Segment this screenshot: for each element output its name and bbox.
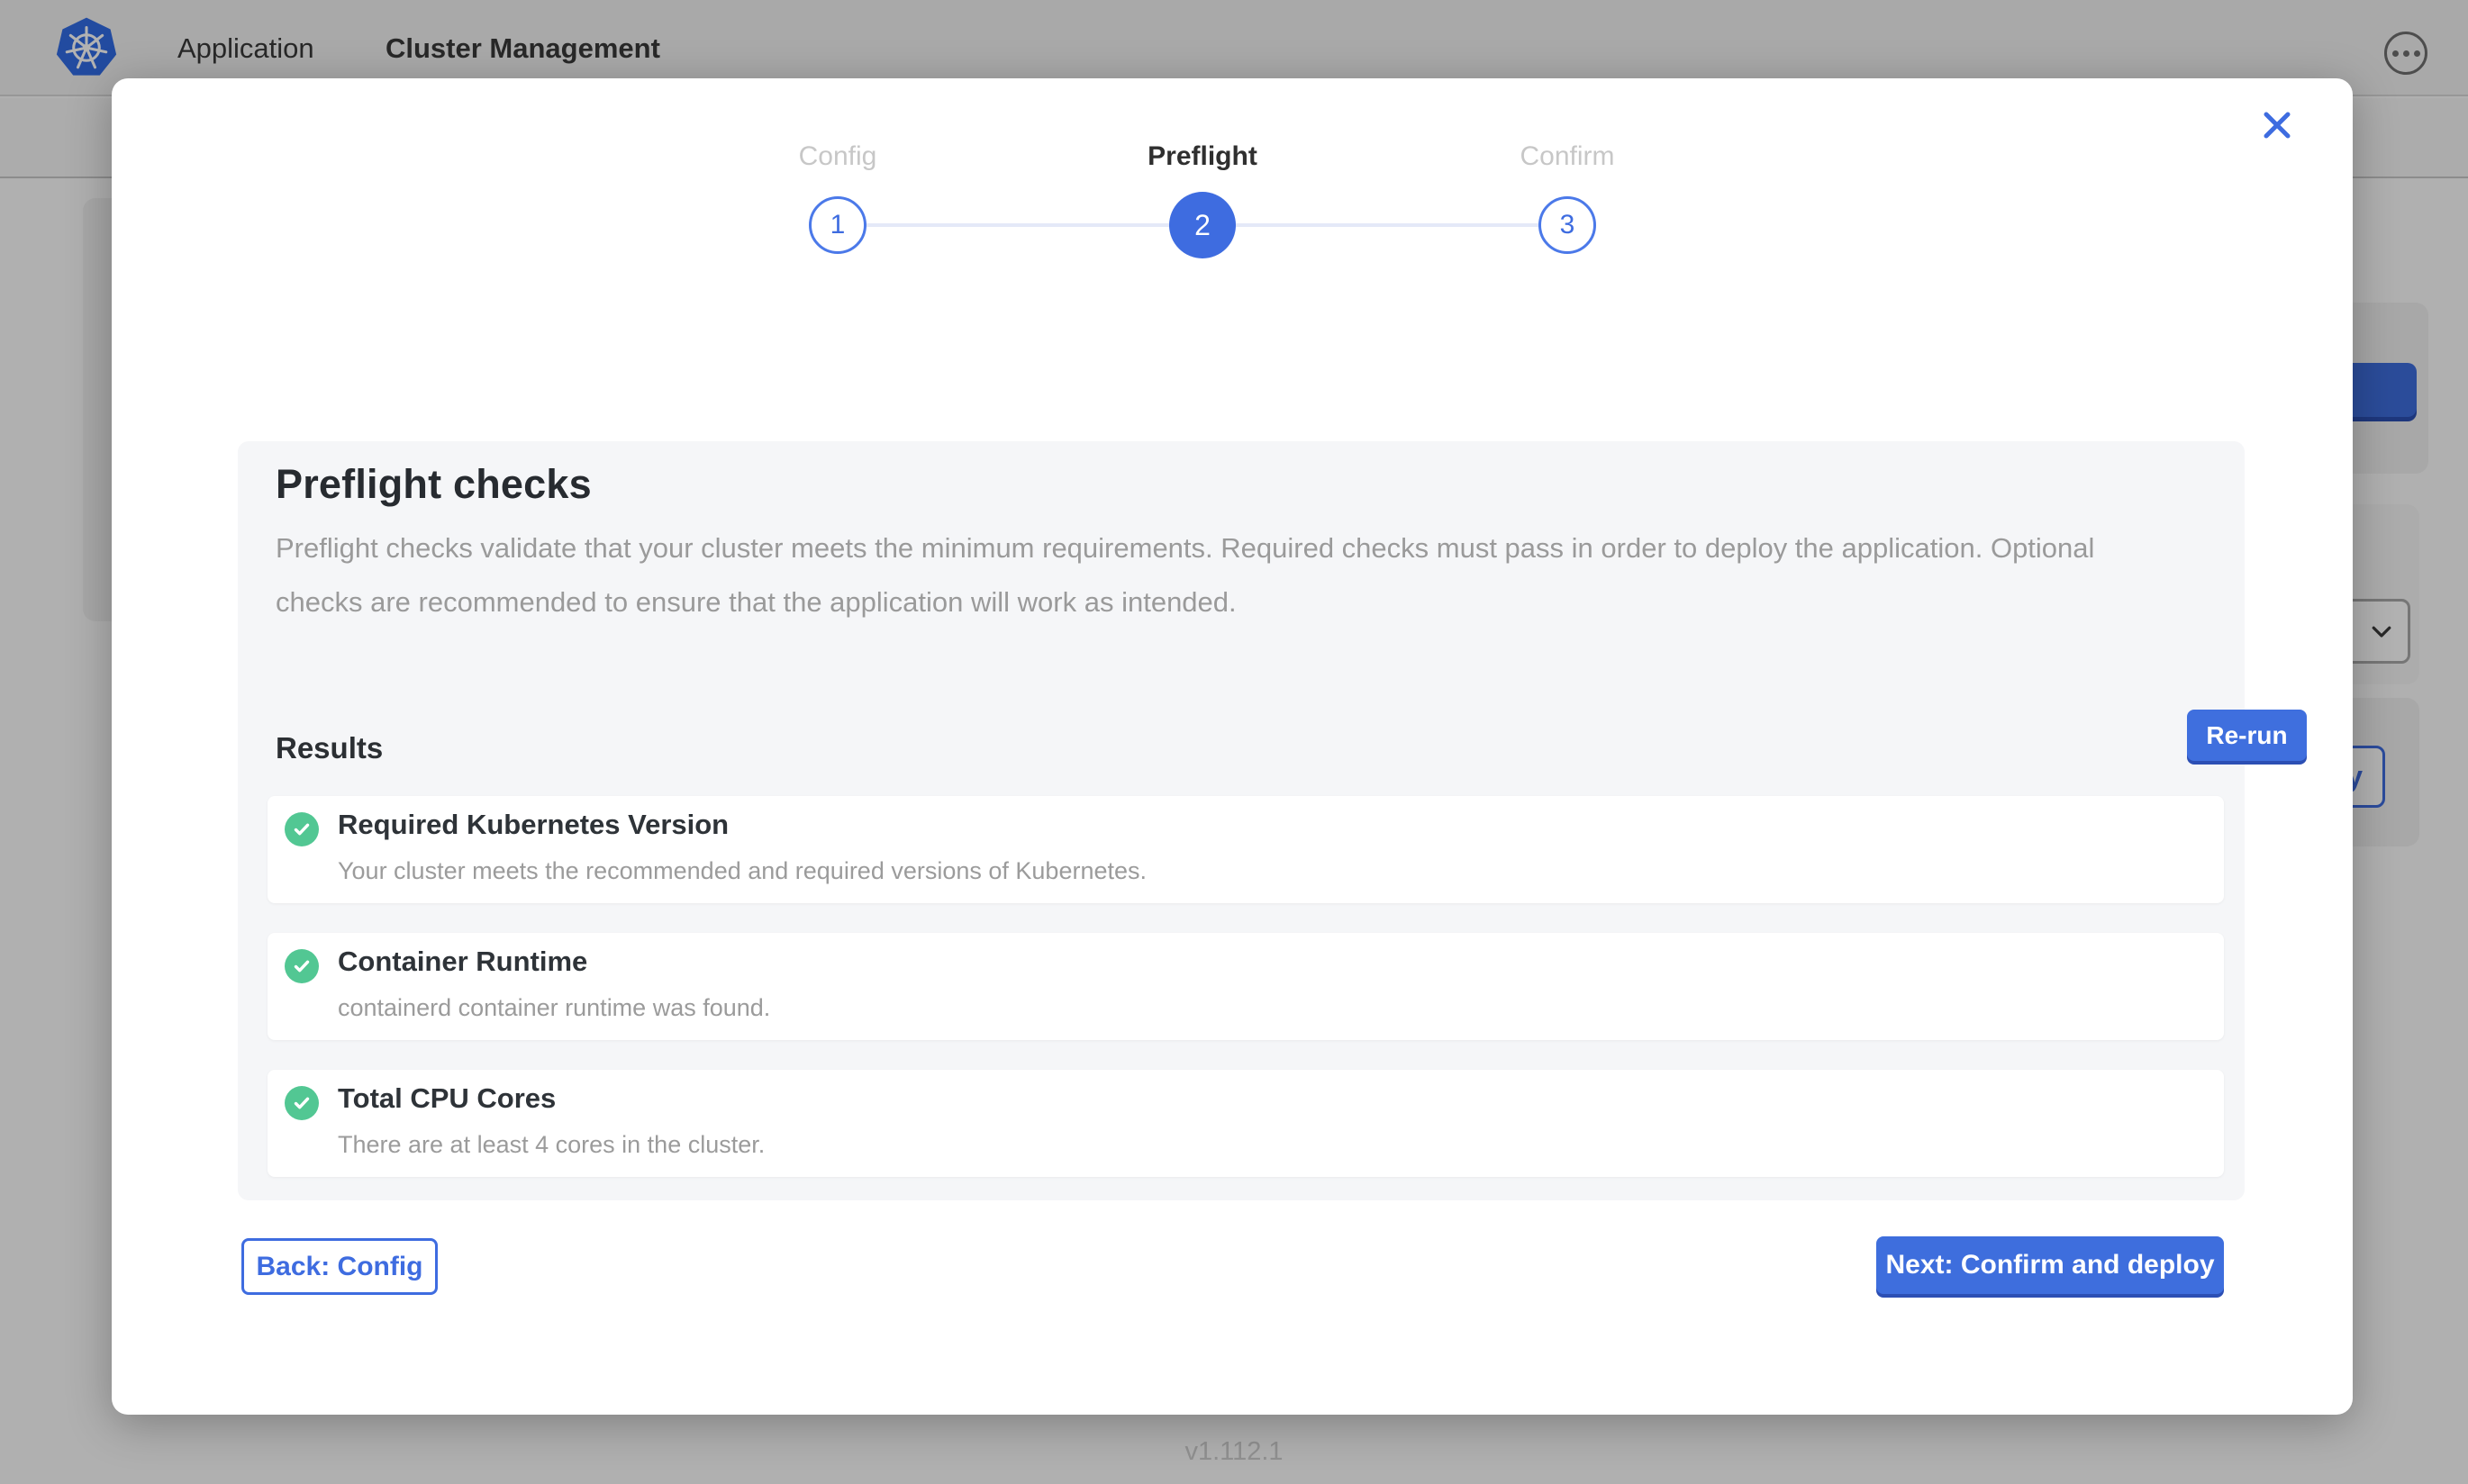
check-description: Your cluster meets the recommended and r…: [338, 857, 1147, 885]
step-circle-3[interactable]: 3: [1538, 196, 1596, 254]
step-label-config: Config: [703, 141, 973, 172]
modal-title: Preflight checks: [276, 461, 592, 508]
close-icon[interactable]: [2254, 102, 2300, 149]
step-circle-2[interactable]: 2: [1169, 192, 1236, 258]
check-pass-icon: [285, 812, 319, 846]
check-row-total-cpu-cores: Total CPU Cores There are at least 4 cor…: [268, 1070, 2224, 1177]
check-title: Container Runtime: [338, 946, 587, 978]
back-config-button[interactable]: Back: Config: [241, 1238, 438, 1295]
step-label-preflight: Preflight: [1067, 141, 1338, 172]
next-confirm-deploy-button[interactable]: Next: Confirm and deploy: [1876, 1236, 2224, 1294]
preflight-modal: Config Preflight Confirm 1 2 3 Preflight…: [112, 78, 2353, 1415]
check-description: There are at least 4 cores in the cluste…: [338, 1131, 765, 1159]
results-heading: Results: [276, 731, 383, 765]
check-row-kubernetes-version: Required Kubernetes Version Your cluster…: [268, 796, 2224, 903]
check-description: containerd container runtime was found.: [338, 994, 770, 1022]
step-circle-1[interactable]: 1: [809, 196, 867, 254]
check-pass-icon: [285, 1086, 319, 1120]
rerun-button[interactable]: Re-run: [2187, 710, 2307, 761]
check-title: Total CPU Cores: [338, 1082, 556, 1115]
step-label-confirm: Confirm: [1432, 141, 1702, 172]
modal-description: Preflight checks validate that your clus…: [276, 521, 2185, 629]
check-pass-icon: [285, 949, 319, 983]
check-title: Required Kubernetes Version: [338, 809, 729, 841]
check-row-container-runtime: Container Runtime containerd container r…: [268, 933, 2224, 1040]
